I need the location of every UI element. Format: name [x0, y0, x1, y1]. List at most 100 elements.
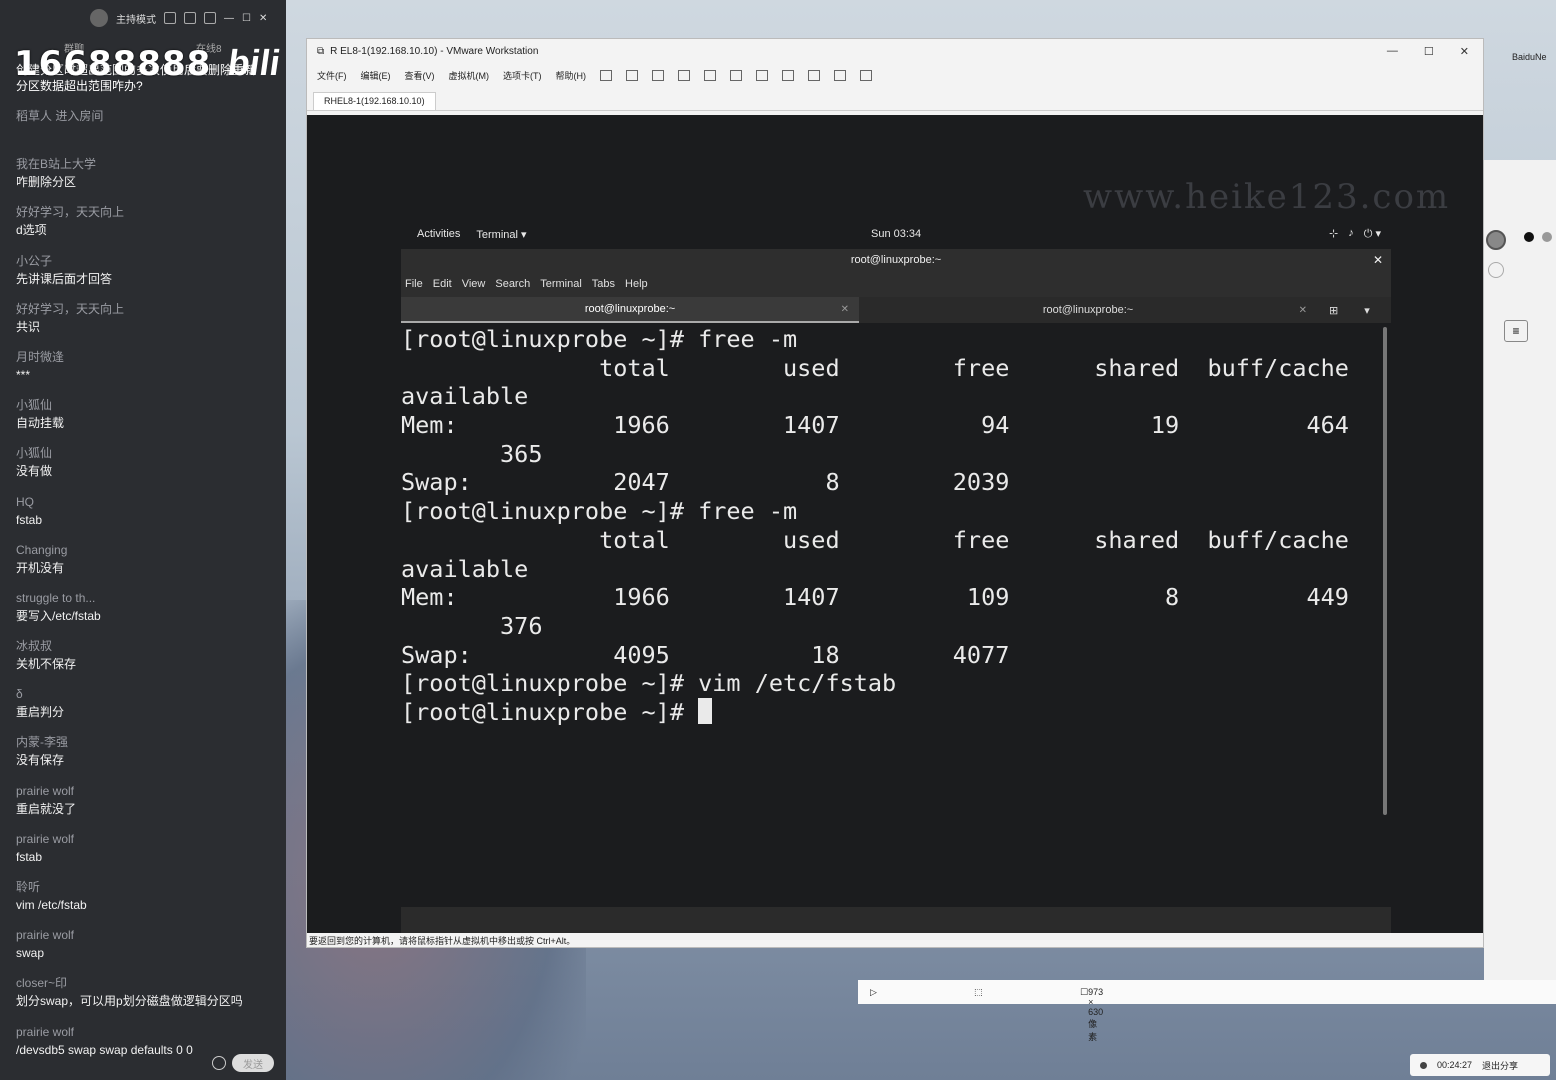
terminal-tab-1[interactable]: root@linuxprobe:~ ✕ — [401, 297, 859, 323]
list-item: prairie wolf swap — [16, 927, 278, 975]
maximize-icon[interactable]: ☐ — [1424, 45, 1434, 58]
menu-item[interactable]: Tabs — [592, 278, 615, 290]
menu-item[interactable]: Search — [495, 278, 530, 290]
vm-screen[interactable]: www.heike123.com Activities Terminal ▾ S… — [307, 115, 1483, 933]
menu-item[interactable]: Help — [625, 278, 648, 290]
network-icon[interactable]: ⊹ — [1329, 227, 1338, 241]
clock[interactable]: Sun 03:34 — [871, 228, 921, 240]
message-user: Changing — [16, 542, 68, 557]
minimize-icon[interactable]: — — [224, 13, 234, 24]
message-text: 自动挂载 — [16, 416, 65, 431]
list-item: 月时微逢 *** — [16, 349, 278, 397]
menu-item[interactable]: File — [405, 278, 423, 290]
menu-icon[interactable] — [204, 12, 216, 24]
power-icon[interactable]: ⏻ ▾ — [1364, 227, 1381, 241]
new-tab-icon[interactable]: ⊞ — [1329, 304, 1338, 317]
activities-button[interactable]: Activities — [417, 228, 460, 240]
sidebar-header: 主持模式 — ☐ ✕ — [0, 0, 286, 36]
list-item: 小狐仙 自动挂载 — [16, 397, 278, 445]
list-item: δ 重启判分 — [16, 686, 278, 734]
snapshot-restore-icon[interactable] — [678, 69, 690, 81]
list-item: 聆听 vim /etc/fstab — [16, 879, 278, 927]
pause-icon[interactable] — [600, 69, 612, 81]
list-item: 小公子 先讲课后面才回答 — [16, 253, 278, 301]
list-item: prairie wolf fstab — [16, 831, 278, 879]
terminal-app-menu[interactable]: Terminal ▾ — [476, 228, 526, 241]
size-label: ☐ 973 × 630像素 — [1080, 986, 1104, 1042]
message-list: 稻草人 进入房间 我在B站上大学 咋删除分区 好好学习，天天向上 d选项 小公子 先讲课后面… — [16, 108, 278, 1072]
terminal-line-text: [root@linuxprobe ~]# — [401, 697, 699, 726]
send-button[interactable]: 发送 — [232, 1054, 274, 1072]
close-icon[interactable]: ✕ — [1460, 45, 1469, 58]
view-icon[interactable] — [756, 69, 768, 81]
send-keys-icon[interactable] — [626, 69, 638, 81]
menu-item[interactable]: 帮助(H) — [556, 69, 587, 82]
menu-item[interactable]: Terminal — [540, 278, 582, 290]
color-dot-icon[interactable] — [1488, 262, 1504, 278]
minimize-icon[interactable]: — — [1387, 45, 1398, 58]
close-icon[interactable]: ✕ — [1299, 305, 1307, 316]
avatar[interactable] — [90, 9, 108, 27]
cursor-icon[interactable]: ▷ — [870, 987, 877, 998]
terminal-tab-2[interactable]: root@linuxprobe:~ ✕ — [859, 297, 1317, 323]
close-icon[interactable]: ✕ — [259, 13, 267, 24]
gnome-topbar: Activities Terminal ▾ Sun 03:34 ⊹ ♪ ⏻ ▾ — [401, 223, 1391, 245]
list-item: HQ fstab — [16, 494, 278, 542]
terminal-line: Mem: 1966 1407 94 19 464 — [401, 411, 1391, 440]
terminal-line-text: Mem: 1966 1407 109 8 449 — [401, 583, 1349, 612]
terminal-line: [root@linuxprobe ~]# free -m — [401, 325, 1391, 354]
vmware-icon: ⧉ — [317, 45, 325, 57]
popout-icon[interactable] — [184, 12, 196, 24]
exit-share-button[interactable]: 退出分享 — [1482, 1059, 1518, 1072]
fullscreen-icon[interactable] — [782, 69, 794, 81]
message-user: 好好学习，天天向上 — [16, 205, 125, 220]
message-user: closer~印 — [16, 976, 68, 991]
message-text: swap — [16, 946, 45, 961]
color-dot-icon[interactable] — [1486, 230, 1506, 250]
emoji-icon[interactable] — [212, 1056, 226, 1070]
terminal-line-text: available — [401, 382, 529, 411]
terminal-tabbar: root@linuxprobe:~ ✕ root@linuxprobe:~ ✕ … — [401, 297, 1391, 323]
menu-item[interactable]: 编辑(E) — [361, 69, 391, 82]
view-icon[interactable] — [730, 69, 742, 81]
menu-item[interactable]: View — [462, 278, 486, 290]
menu-item[interactable]: 虚拟机(M) — [449, 69, 490, 82]
vmware-tabbar: RHEL8-1(192.168.10.10) — [307, 87, 1483, 111]
terminal-line-text: total used free shared buff/cache — [401, 353, 1349, 382]
list-item: prairie wolf 重启就没了 — [16, 783, 278, 831]
console-icon[interactable] — [834, 69, 846, 81]
close-icon[interactable]: ✕ — [841, 304, 849, 315]
stretch-icon[interactable] — [860, 69, 872, 81]
color-dot-icon[interactable] — [1524, 232, 1534, 242]
terminal-window: root@linuxprobe:~ ✕ File Edit View Search Te… — [401, 249, 1391, 933]
terminal-line-text: 376 — [401, 611, 543, 640]
close-icon[interactable]: ✕ — [1373, 249, 1383, 271]
terminal-output[interactable]: [root@linuxprobe ~]# free -m total used … — [401, 323, 1391, 907]
message-user: struggle to th... — [16, 590, 96, 605]
text-align-icon[interactable]: ≡ — [1504, 320, 1528, 342]
message-text: 重启就没了 — [16, 801, 77, 816]
volume-icon[interactable]: ♪ — [1348, 227, 1354, 241]
tab-vm[interactable]: RHEL8-1(192.168.10.10) — [313, 92, 436, 110]
message-user: 我在B站上大学 — [16, 157, 97, 172]
message-user: 冰叔叔 — [16, 639, 53, 654]
terminal-scrollbar[interactable] — [1383, 327, 1387, 815]
maximize-icon[interactable]: ☐ — [242, 13, 251, 24]
message-user: δ — [16, 687, 23, 702]
menu-item[interactable]: Edit — [433, 278, 452, 290]
baidu-label: BaiduNe — [1512, 52, 1547, 62]
menu-item[interactable]: 文件(F) — [317, 69, 347, 82]
tab-menu-icon[interactable]: ▾ — [1364, 304, 1370, 317]
settings-icon[interactable] — [164, 12, 176, 24]
select-icon[interactable]: ⬚ — [974, 987, 983, 998]
menu-item[interactable]: 查看(V) — [405, 69, 435, 82]
snapshot-icon[interactable] — [652, 69, 664, 81]
color-dot-icon[interactable] — [1542, 232, 1552, 242]
menu-item[interactable]: 选项卡(T) — [503, 69, 542, 82]
terminal-cursor — [698, 697, 713, 724]
message-user: 稻草人 进入房间 — [16, 109, 104, 123]
unity-icon[interactable] — [808, 69, 820, 81]
snapshot-manager-icon[interactable] — [704, 69, 716, 81]
host-mode-label: 主持模式 — [116, 14, 156, 26]
terminal-line: 365 — [401, 440, 1391, 469]
